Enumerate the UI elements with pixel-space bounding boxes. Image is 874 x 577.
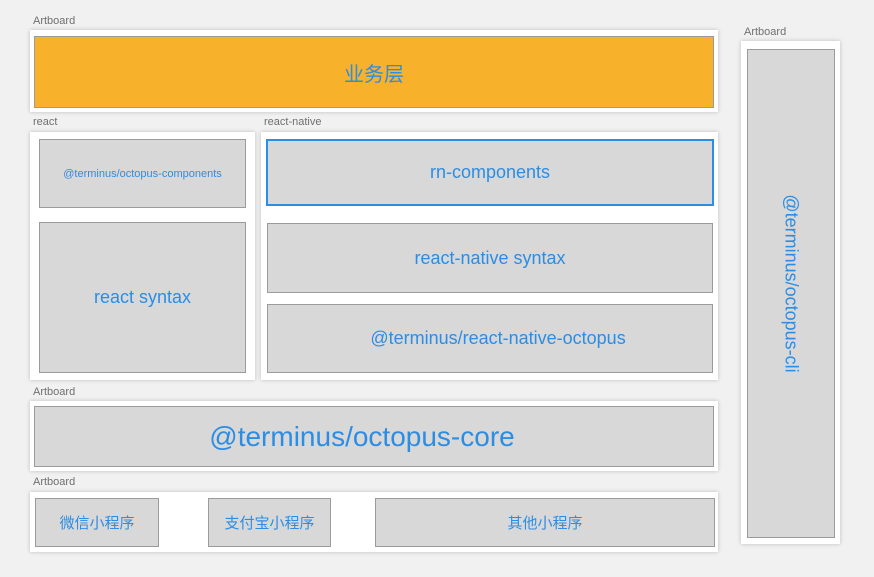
artboard-label-bottom: Artboard xyxy=(33,476,76,488)
wechat-mini-program-box[interactable]: 微信小程序 xyxy=(35,498,159,547)
react-native-octopus-box[interactable]: @terminus/react-native-octopus xyxy=(267,304,713,373)
octopus-cli-box[interactable]: @terminus/octopus-cli xyxy=(747,49,835,538)
artboard-react-native[interactable]: rn-components react-native syntax @termi… xyxy=(261,132,718,380)
react-syntax-text: react syntax xyxy=(93,287,192,307)
artboard-mini-programs[interactable]: 微信小程序 支付宝小程序 其他小程序 xyxy=(30,492,718,552)
other-mini-program-box[interactable]: 其他小程序 xyxy=(375,498,715,547)
artboard-label-core: Artboard xyxy=(33,386,76,398)
artboard-cli[interactable]: @terminus/octopus-cli xyxy=(741,41,840,544)
other-mini-program-text: 其他小程序 xyxy=(507,515,583,532)
alipay-mini-program-box[interactable]: 支付宝小程序 xyxy=(208,498,331,547)
artboard-label-react-native: react-native xyxy=(264,116,322,128)
rn-components-box[interactable]: rn-components xyxy=(266,139,714,206)
artboard-label-right: Artboard xyxy=(744,26,787,38)
artboard-business[interactable]: 业务层 xyxy=(30,30,718,112)
artboard-core[interactable]: @terminus/octopus-core xyxy=(30,401,718,471)
wechat-mini-program-text: 微信小程序 xyxy=(59,515,135,532)
react-syntax-box[interactable]: react syntax xyxy=(39,222,246,373)
react-native-syntax-text: react-native syntax xyxy=(414,247,566,268)
octopus-components-text: @terminus/octopus-components xyxy=(63,167,222,180)
rn-components-text: rn-components xyxy=(429,162,551,182)
artboard-label-top: Artboard xyxy=(33,15,76,27)
octopus-core-box[interactable]: @terminus/octopus-core xyxy=(34,406,714,467)
octopus-components-box[interactable]: @terminus/octopus-components xyxy=(39,139,246,208)
business-layer-text: 业务层 xyxy=(344,63,404,86)
octopus-core-text: @terminus/octopus-core xyxy=(209,420,515,452)
alipay-mini-program-text: 支付宝小程序 xyxy=(224,515,315,532)
react-native-octopus-text: @terminus/react-native-octopus xyxy=(370,328,626,348)
artboard-label-react: react xyxy=(33,116,58,128)
octopus-cli-text: @terminus/octopus-cli xyxy=(781,194,802,373)
artboard-react[interactable]: @terminus/octopus-components react synta… xyxy=(30,132,255,380)
react-native-syntax-box[interactable]: react-native syntax xyxy=(267,223,713,293)
business-layer-box[interactable]: 业务层 xyxy=(34,36,714,108)
